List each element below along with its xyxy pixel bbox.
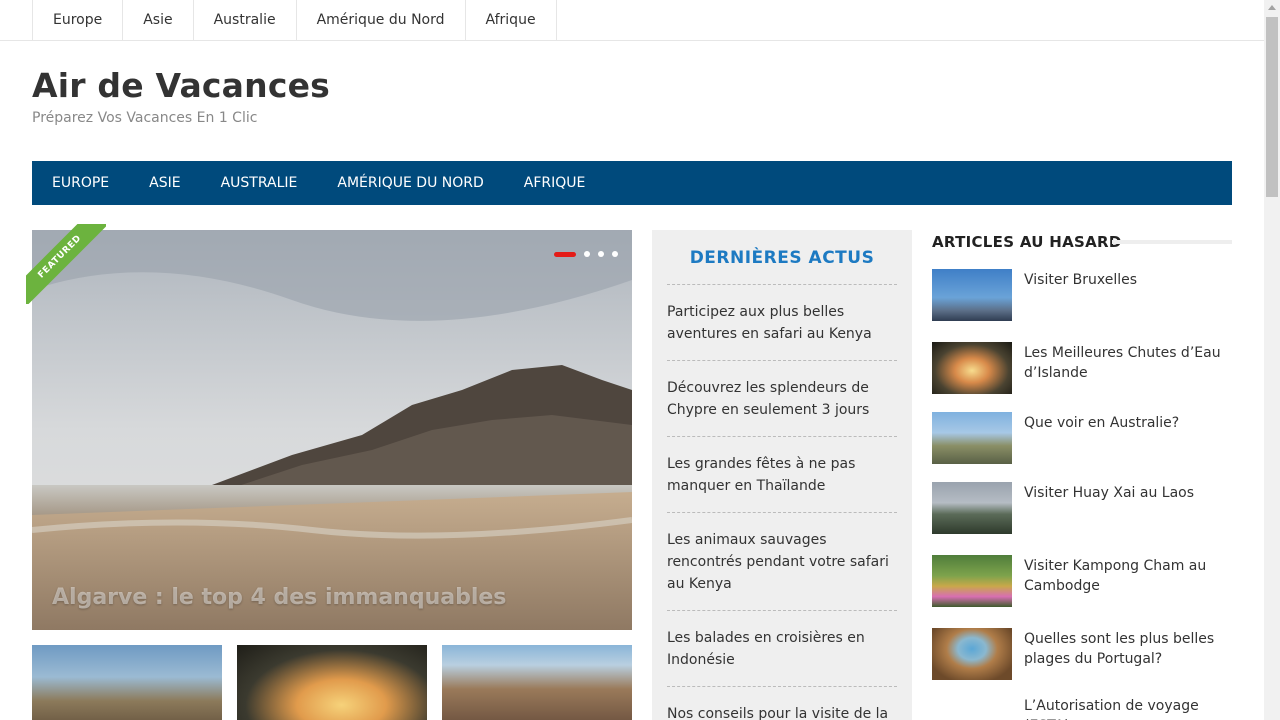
top-nav-afrique[interactable]: Afrique bbox=[466, 0, 557, 40]
article-thumbnail[interactable] bbox=[932, 482, 1012, 534]
latest-news-widget: DERNIÈRES ACTUS Participez aux plus bell… bbox=[652, 230, 912, 720]
top-bar: Europe Asie Australie Amérique du Nord A… bbox=[0, 0, 1264, 41]
page-scrollbar[interactable] bbox=[1264, 0, 1280, 720]
news-item[interactable]: Participez aux plus belles aventures en … bbox=[667, 285, 897, 361]
main-nav-australie[interactable]: AUSTRALIE bbox=[201, 161, 318, 205]
random-articles-title: ARTICLES AU HASARD bbox=[932, 233, 1122, 251]
slider-dot-4[interactable] bbox=[612, 251, 618, 257]
article-link[interactable]: Visiter Kampong Cham au Cambodge bbox=[1024, 556, 1234, 596]
article-link[interactable]: Que voir en Australie? bbox=[1024, 413, 1234, 433]
article-link[interactable]: Quelles sont les plus belles plages du P… bbox=[1024, 629, 1234, 669]
slider-dot-2[interactable] bbox=[584, 251, 590, 257]
article-thumbnail[interactable] bbox=[932, 342, 1012, 394]
slide-title[interactable]: Algarve : le top 4 des immanquables bbox=[52, 585, 506, 610]
thumbnail-temple[interactable] bbox=[442, 645, 632, 720]
featured-slider[interactable]: Algarve : le top 4 des immanquables bbox=[32, 230, 632, 630]
slider-dot-1[interactable] bbox=[554, 251, 576, 257]
main-nav-europe[interactable]: EUROPE bbox=[32, 161, 129, 205]
article-link[interactable]: Visiter Bruxelles bbox=[1024, 270, 1234, 290]
main-nav-afrique[interactable]: AFRIQUE bbox=[504, 161, 606, 205]
scroll-up-icon[interactable] bbox=[1264, 0, 1280, 16]
news-item[interactable]: Les animaux sauvages rencontrés pendant … bbox=[667, 513, 897, 611]
news-item[interactable]: Les balades en croisières en Indonésie bbox=[667, 611, 897, 687]
main-nav-asie[interactable]: ASIE bbox=[129, 161, 200, 205]
slide-image-beach-cliffs bbox=[32, 230, 632, 630]
article-thumbnail[interactable] bbox=[932, 412, 1012, 464]
main-nav: EUROPE ASIE AUSTRALIE AMÉRIQUE DU NORD A… bbox=[32, 161, 1232, 205]
site-title[interactable]: Air de Vacances bbox=[32, 66, 330, 105]
latest-news-list: Participez aux plus belles aventures en … bbox=[667, 284, 897, 720]
site-tagline: Préparez Vos Vacances En 1 Clic bbox=[32, 110, 258, 126]
news-item[interactable]: Découvrez les splendeurs de Chypre en se… bbox=[667, 361, 897, 437]
random-article-item[interactable]: Visiter Kampong Cham au Cambodge bbox=[932, 555, 1232, 608]
random-article-item[interactable]: Quelles sont les plus belles plages du P… bbox=[932, 628, 1232, 681]
thumbnail-waterfall[interactable] bbox=[237, 645, 427, 720]
featured-ribbon: FEATURED bbox=[26, 224, 106, 304]
top-nav-australie[interactable]: Australie bbox=[194, 0, 297, 40]
random-article-item[interactable]: L’Autorisation de voyage (ESTA) bbox=[932, 695, 1232, 720]
article-link[interactable]: Les Meilleures Chutes d’Eau d’Islande bbox=[1024, 343, 1234, 383]
random-article-item[interactable]: Visiter Huay Xai au Laos bbox=[932, 482, 1232, 535]
scrollbar-thumb[interactable] bbox=[1266, 17, 1278, 197]
random-article-item[interactable]: Que voir en Australie? bbox=[932, 412, 1232, 465]
top-nav-asie[interactable]: Asie bbox=[123, 0, 194, 40]
slider-dot-3[interactable] bbox=[598, 251, 604, 257]
top-nav-europe[interactable]: Europe bbox=[33, 0, 124, 40]
article-thumbnail[interactable] bbox=[932, 555, 1012, 607]
slider-pagination bbox=[554, 251, 618, 257]
top-nav-amerique-du-nord[interactable]: Amérique du Nord bbox=[297, 0, 466, 40]
thumbnail-kangaroo[interactable] bbox=[32, 645, 222, 720]
random-articles-divider bbox=[1112, 240, 1232, 244]
article-link[interactable]: Visiter Huay Xai au Laos bbox=[1024, 483, 1234, 503]
latest-news-title: DERNIÈRES ACTUS bbox=[689, 248, 875, 268]
random-article-item[interactable]: Visiter Bruxelles bbox=[932, 269, 1232, 322]
news-item[interactable]: Nos conseils pour la visite de la bbox=[667, 687, 897, 720]
article-link[interactable]: L’Autorisation de voyage (ESTA) bbox=[1024, 696, 1234, 720]
random-article-item[interactable]: Les Meilleures Chutes d’Eau d’Islande bbox=[932, 342, 1232, 395]
top-nav: Europe Asie Australie Amérique du Nord A… bbox=[32, 0, 557, 40]
news-item[interactable]: Les grandes fêtes à ne pas manquer en Th… bbox=[667, 437, 897, 513]
article-thumbnail[interactable] bbox=[932, 269, 1012, 321]
featured-badge: FEATURED bbox=[26, 224, 106, 304]
main-nav-amerique-du-nord[interactable]: AMÉRIQUE DU NORD bbox=[317, 161, 503, 205]
article-thumbnail[interactable] bbox=[932, 628, 1012, 680]
